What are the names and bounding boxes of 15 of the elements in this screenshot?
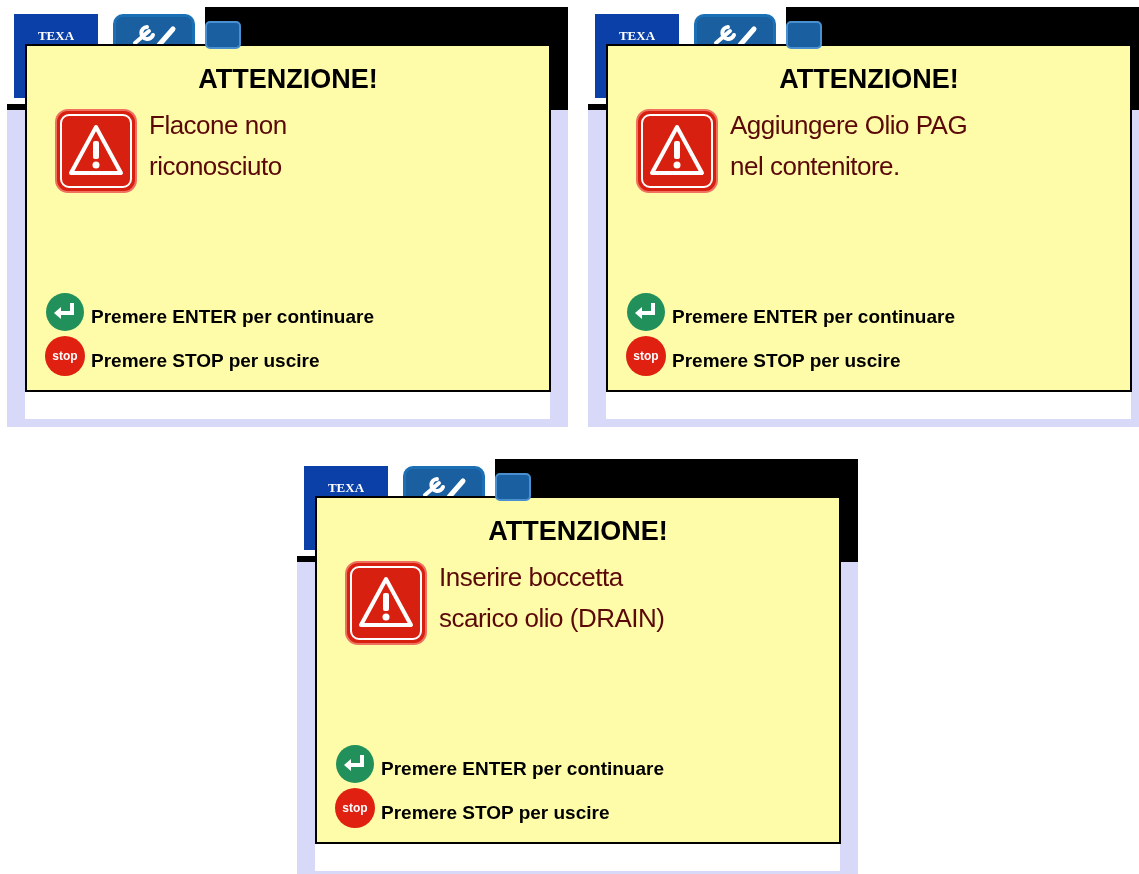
instruction-text: Premere STOP per uscire xyxy=(381,801,610,824)
dialog-title: ATTENZIONE! xyxy=(779,64,959,95)
stop-icon: stop xyxy=(626,336,666,376)
dialog-title: ATTENZIONE! xyxy=(488,516,668,547)
dialog-title: ATTENZIONE! xyxy=(198,64,378,95)
stop-icon: stop xyxy=(45,336,85,376)
instruction-text: Premere ENTER per continuare xyxy=(672,305,955,328)
instruction-text: Premere ENTER per continuare xyxy=(381,757,664,780)
instruction-text: Premere STOP per uscire xyxy=(672,349,901,372)
stop-icon: stop xyxy=(335,788,375,828)
warning-message: Aggiungere Olio PAG nel contenitore. xyxy=(730,109,968,183)
warning-message: Flacone non riconosciuto xyxy=(149,109,287,183)
warning-message: Inserire boccetta scarico olio (DRAIN) xyxy=(439,561,665,635)
instruction-text: Premere ENTER per continuare xyxy=(91,305,374,328)
instruction-text: Premere STOP per uscire xyxy=(91,349,320,372)
